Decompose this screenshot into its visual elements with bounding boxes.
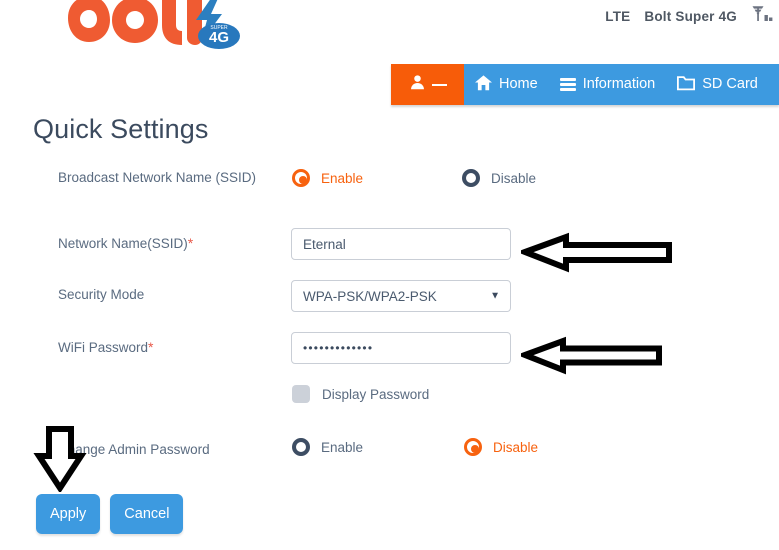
network-name-required-marker: * — [187, 235, 194, 251]
admin-password-label: Change Admin Password — [58, 442, 210, 457]
row-wifi-password: WiFi Password* — [0, 326, 779, 378]
display-password-label: Display Password — [322, 386, 430, 402]
svg-text:SUPER: SUPER — [210, 25, 228, 31]
row-admin-password: Change Admin Password Enable Disable — [0, 430, 779, 482]
broadcast-ssid-label: Broadcast Network Name (SSID) — [58, 170, 257, 185]
row-security-mode: Security Mode WPA-PSK/WPA2-PSK ▼ — [0, 274, 779, 326]
admin-password-enable-label: Enable — [321, 439, 364, 455]
nav-item-home[interactable]: Home — [464, 64, 549, 105]
broadcast-disable-radio-dot[interactable] — [462, 169, 480, 187]
nav-item-information-label: Information — [582, 76, 656, 93]
status-bar: LTE Bolt Super 4G — [605, 3, 773, 29]
display-password-checkbox[interactable]: Display Password — [292, 385, 429, 403]
apply-button[interactable]: Apply — [36, 494, 101, 534]
form-actions: Apply Cancel — [36, 494, 184, 534]
wifi-password-input[interactable] — [291, 332, 511, 364]
svg-text:4G: 4G — [209, 29, 229, 46]
folder-icon — [677, 75, 696, 95]
row-network-name: Network Name(SSID)* — [0, 222, 779, 274]
row-broadcast-ssid: Broadcast Network Name (SSID) Enable Dis… — [0, 160, 779, 222]
row-display-password: Display Password — [0, 378, 779, 430]
signal-antenna-icon — [751, 2, 773, 31]
broadcast-disable-label: Disable — [491, 170, 537, 186]
admin-password-enable-radio[interactable]: Enable — [292, 438, 363, 461]
nav-tab-user[interactable] — [391, 64, 464, 105]
broadcast-enable-label: Enable — [321, 170, 364, 186]
security-mode-label: Security Mode — [58, 287, 145, 302]
nav-tab-user-dash — [431, 83, 447, 86]
wifi-password-required-marker: * — [148, 339, 154, 355]
wifi-password-label: WiFi Password* — [58, 339, 154, 355]
user-icon — [409, 74, 426, 96]
quick-settings-form: Broadcast Network Name (SSID) Enable Dis… — [0, 160, 779, 482]
operator-label: Bolt Super 4G — [644, 8, 737, 24]
admin-password-disable-label: Disable — [493, 439, 539, 455]
nav-item-home-label: Home — [499, 76, 538, 93]
cancel-button[interactable]: Cancel — [110, 494, 184, 534]
display-password-checkbox-box[interactable] — [292, 385, 310, 403]
nav-item-sd-card-label: SD Card — [702, 76, 758, 93]
main-navigation: Home Information SD Card — [391, 64, 779, 105]
quick-settings-page: 4G SUPER LTE Bolt Super 4G Home Informat… — [0, 0, 779, 550]
security-mode-value: WPA-PSK/WPA2-PSK — [303, 288, 437, 304]
page-title: Quick Settings — [33, 114, 209, 144]
nav-item-information[interactable]: Information — [549, 64, 667, 105]
list-icon — [559, 78, 576, 91]
admin-password-disable-radio-dot[interactable] — [464, 438, 482, 456]
broadcast-disable-radio[interactable]: Disable — [462, 169, 536, 192]
bolt-logo: 4G SUPER — [42, 0, 242, 54]
nav-item-sd-card[interactable]: SD Card — [666, 64, 769, 105]
broadcast-enable-radio[interactable]: Enable — [292, 169, 363, 192]
broadcast-enable-radio-dot[interactable] — [292, 169, 310, 187]
admin-password-disable-radio[interactable]: Disable — [464, 438, 538, 461]
network-type-label: LTE — [605, 8, 631, 24]
admin-password-enable-radio-dot[interactable] — [292, 438, 310, 456]
network-name-label: Network Name(SSID)* — [58, 235, 194, 251]
home-icon — [475, 74, 492, 95]
security-mode-select[interactable]: WPA-PSK/WPA2-PSK ▼ — [291, 280, 511, 312]
network-name-input[interactable] — [291, 228, 511, 260]
